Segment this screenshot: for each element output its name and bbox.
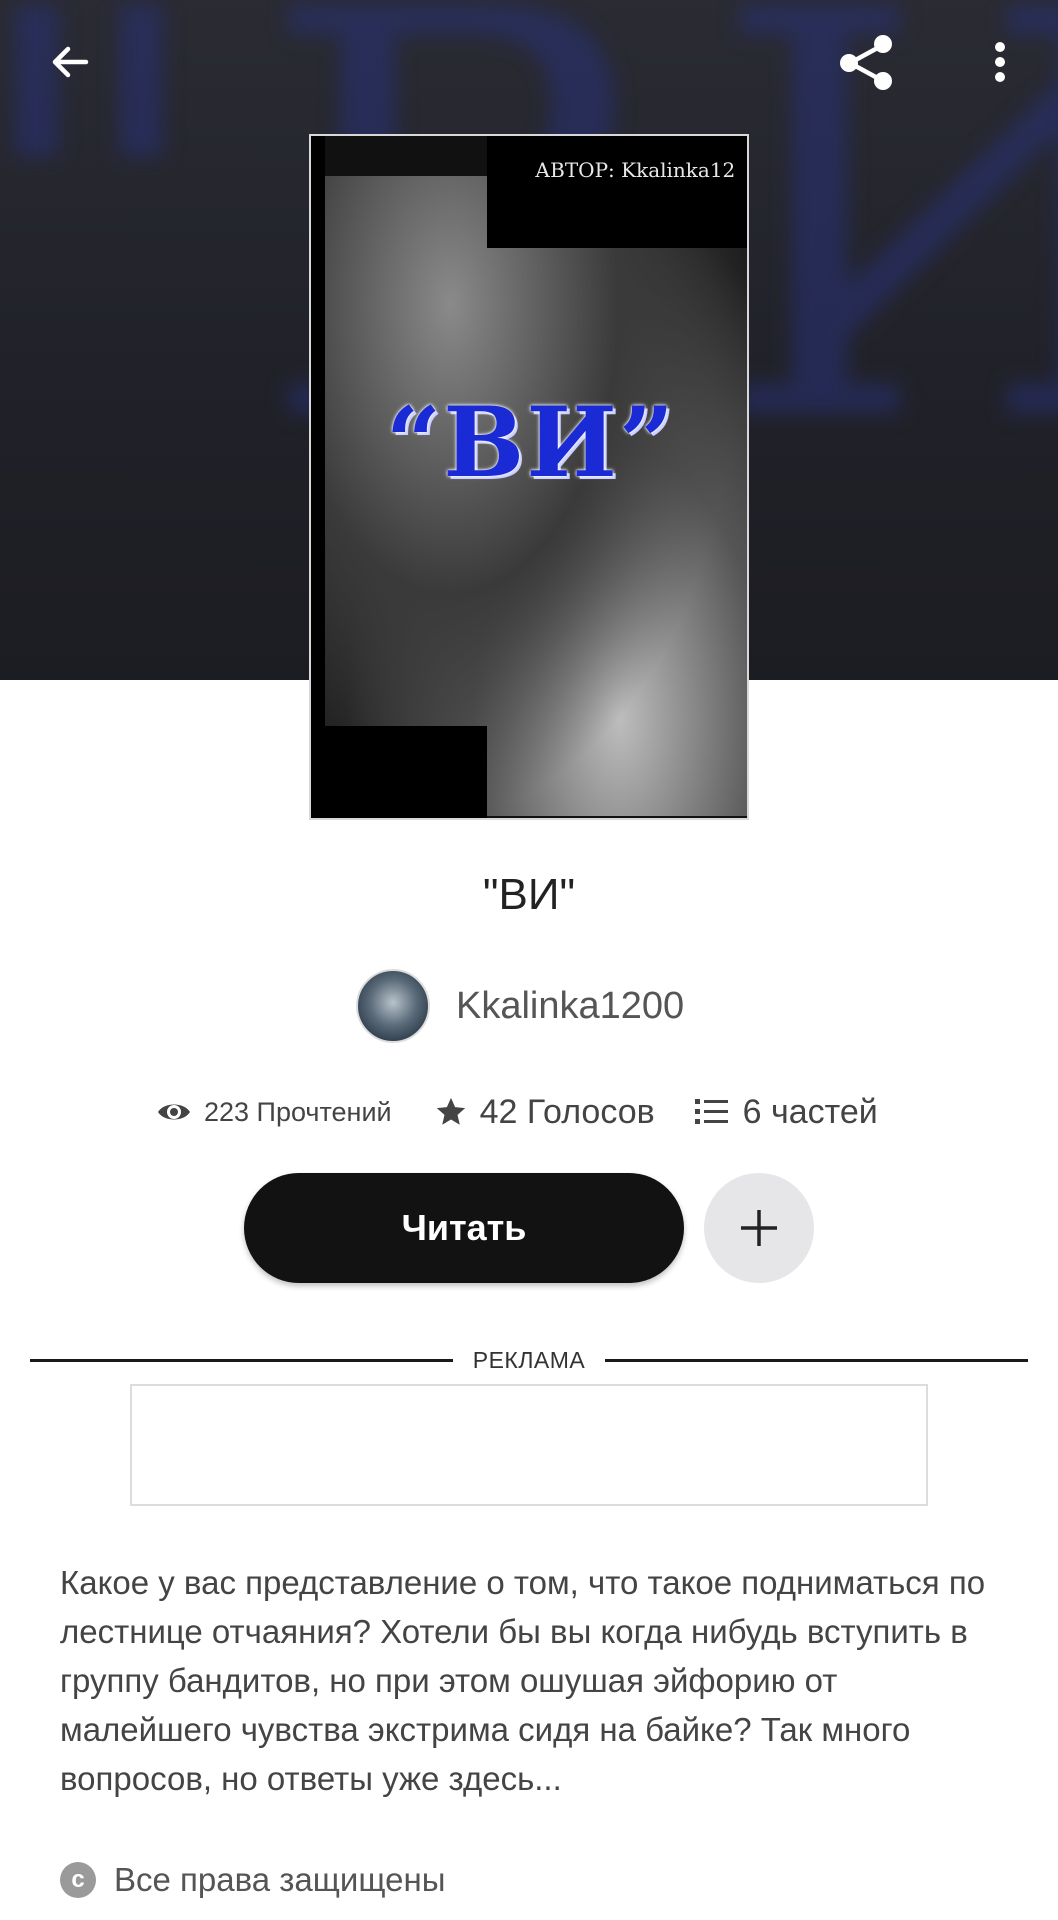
- ad-slot[interactable]: [130, 1384, 928, 1506]
- share-icon: [840, 35, 892, 90]
- author-name[interactable]: Kkalinka1200: [456, 985, 684, 1028]
- story-stats: 223 Прочтений 42 Голосов 6 частей: [156, 1086, 878, 1138]
- more-vertical-icon: [995, 42, 1005, 82]
- copyright-text: Все права защищены: [114, 1861, 446, 1898]
- book-cover[interactable]: АВТОР: Kkalinka12 “ВИ”: [309, 134, 749, 820]
- read-button[interactable]: Читать: [244, 1173, 684, 1283]
- cover-block-top: [487, 136, 747, 248]
- arrow-left-icon: [52, 46, 89, 78]
- votes-count: 42 Голосов: [479, 1092, 655, 1131]
- book-title: "ВИ": [482, 870, 576, 919]
- share-button[interactable]: [836, 30, 900, 94]
- more-options-button[interactable]: [968, 30, 1032, 94]
- ad-label: РЕКЛАМА: [472, 1346, 586, 1373]
- list-icon: [694, 1099, 728, 1124]
- add-to-library-button[interactable]: [704, 1173, 814, 1283]
- ad-divider: РЕКЛАМА: [30, 1346, 1029, 1374]
- parts-count: 6 частей: [742, 1092, 878, 1131]
- ad-line-left: [30, 1358, 453, 1362]
- author-link[interactable]: Kkalinka1200: [356, 968, 684, 1044]
- parts-stat: 6 частей: [694, 1092, 878, 1132]
- story-description: Какое у вас представление о том, что так…: [60, 1564, 986, 1797]
- votes-stat: 42 Голосов: [434, 1093, 655, 1132]
- eye-icon: [158, 1104, 190, 1120]
- copyright-icon: c: [60, 1862, 96, 1898]
- cover-title-text: “ВИ”: [385, 386, 677, 499]
- reads-stat: 223 Прочтений: [156, 1094, 392, 1130]
- author-avatar[interactable]: [356, 969, 430, 1043]
- copyright-notice: c Все права защищены: [60, 1858, 445, 1902]
- back-button[interactable]: [38, 30, 102, 94]
- cover-author-text: АВТОР: Kkalinka12: [535, 158, 736, 182]
- cover-block-bottom: [311, 726, 487, 818]
- ad-line-right: [605, 1358, 1029, 1362]
- plus-icon: [741, 1210, 777, 1246]
- star-icon: [436, 1097, 465, 1125]
- reads-count: 223 Прочтений: [204, 1096, 392, 1127]
